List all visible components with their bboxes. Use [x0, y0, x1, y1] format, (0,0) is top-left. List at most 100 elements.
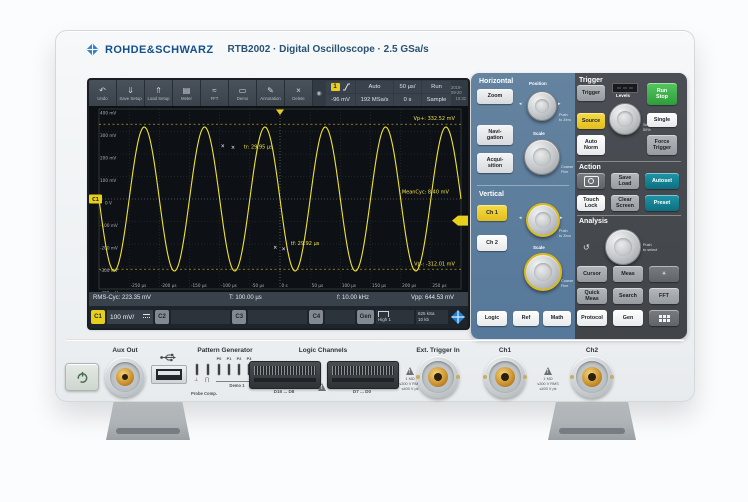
warning-icon: ! — [406, 367, 414, 375]
vertical-position-knob[interactable] — [526, 203, 560, 237]
channel1-button[interactable]: Ch 1 — [477, 205, 507, 221]
demo-icon: ▭ — [238, 85, 247, 95]
analysis-section-title: Analysis — [579, 218, 608, 225]
ref-button[interactable]: Ref — [513, 311, 539, 326]
acquisition-status-cell[interactable]: Auto 192 MSa/s — [355, 80, 393, 106]
levels-label: Levels — [616, 93, 631, 98]
power-button[interactable] — [65, 363, 99, 391]
channel1-badge[interactable]: C1 — [91, 310, 105, 324]
ground-icon: ⊥ — [194, 377, 199, 383]
pattern-pin-p0 — [218, 364, 220, 375]
quick-meas-button[interactable]: Quick Meas — [577, 288, 607, 304]
probe-comp-signal-pin — [207, 364, 209, 375]
meter-button[interactable]: ▤ Meter — [173, 80, 201, 106]
save-load-button[interactable]: Save Load — [611, 173, 639, 189]
svg-text:-150 µs: -150 µs — [191, 283, 207, 288]
fft-panel-button[interactable]: FFT — [649, 288, 679, 304]
navigation-button[interactable]: Navi-gation — [477, 125, 513, 145]
svg-text:0 V: 0 V — [105, 201, 112, 206]
horizontal-scale-knob[interactable] — [524, 139, 560, 175]
acquisition-state-value: Run — [422, 81, 451, 93]
channel2-badge[interactable]: C2 — [155, 310, 169, 324]
left-arrow-icon: ◂ — [519, 101, 522, 107]
logic-button[interactable]: Logic — [477, 311, 507, 326]
navigation-knob[interactable] — [605, 229, 641, 265]
gen-badge[interactable]: Gen — [357, 310, 374, 324]
channel2-slot — [171, 310, 231, 324]
svg-text:150 µs: 150 µs — [372, 283, 386, 288]
trigger-source-badge: 1 — [330, 83, 340, 91]
timebase-status-cell[interactable]: 50 µs/ 0 s — [393, 80, 421, 106]
horizontal-section-title: Horizontal — [479, 78, 514, 85]
run-status-cell[interactable]: Run Sample — [421, 80, 451, 106]
vertical-position-hint: Push to Zero — [559, 229, 572, 238]
horizontal-position-knob[interactable] — [527, 91, 557, 121]
apps-button[interactable] — [649, 310, 679, 326]
zoom-button[interactable]: Zoom — [477, 89, 513, 104]
power-icon — [77, 371, 87, 383]
pin-label-p1: P1 — [226, 357, 232, 361]
display-brightness-button[interactable]: ☀ — [649, 266, 679, 282]
meas-button[interactable]: Meas — [613, 266, 643, 282]
save-setup-button[interactable]: ⇓ Save Setup — [117, 80, 145, 106]
clear-screen-button[interactable]: Clear Screen — [611, 195, 639, 211]
trigger-action-analysis-section: Trigger Trigger Levels Set to50% RunStop… — [575, 73, 687, 339]
svg-text:-50 µs: -50 µs — [251, 283, 264, 288]
math-button[interactable]: Math — [543, 311, 571, 326]
probe-comp-ground-pin — [196, 364, 198, 375]
svg-text:300 mV: 300 mV — [100, 133, 116, 138]
delete-button[interactable]: × Delete — [285, 80, 313, 106]
section-divider — [577, 215, 681, 216]
touch-lock-button[interactable]: Touch Lock — [577, 195, 605, 211]
acquisition-button[interactable]: Acqui-sition — [477, 153, 513, 173]
protocol-button[interactable]: Protocol — [577, 310, 607, 326]
source-button[interactable]: Source — [577, 113, 605, 129]
settings-icon[interactable]: ◉ — [313, 80, 325, 106]
preset-button[interactable]: Preset — [645, 195, 679, 211]
waveform-display: -250 µs -200 µs -150 µs -100 µs -50 µs 0 s 50 … — [89, 108, 468, 292]
pod1-label: D15 ... D8 — [273, 389, 295, 394]
auto-norm-button[interactable]: Auto Norm — [577, 135, 605, 155]
fft-button[interactable]: ≈ FFT — [201, 80, 229, 106]
trigger-status-cell[interactable]: 1 -96 mV — [325, 80, 355, 106]
trigger-level-knob[interactable] — [609, 103, 641, 135]
toolbar-label: Save Setup — [119, 95, 142, 101]
dc-coupling-icon — [143, 314, 150, 320]
panel-seam — [66, 339, 684, 340]
vertical-scale-knob[interactable] — [524, 253, 562, 291]
load-setup-button[interactable]: ⇑ Load Setup — [145, 80, 173, 106]
svg-text:0 s: 0 s — [282, 283, 288, 288]
brand-row: ROHDE&SCHWARZ RTB2002 · Digital Oscillos… — [86, 43, 429, 56]
datetime-display: 2019-09-20 10:32 — [451, 80, 468, 106]
ch1-connector — [483, 356, 527, 398]
demo-button[interactable]: ▭ Demo — [229, 80, 257, 106]
toolbar-label: Delete — [292, 95, 305, 101]
channel2-button[interactable]: Ch 2 — [477, 235, 507, 251]
run-stop-button[interactable]: Run Stop — [647, 83, 677, 105]
force-trigger-button[interactable]: Force Trigger — [647, 135, 677, 155]
svg-text:×: × — [221, 144, 225, 150]
usb-icon — [160, 353, 176, 362]
channel1-scale-cell[interactable]: 100 mV/ — [107, 310, 153, 324]
channel3-badge[interactable]: C3 — [232, 310, 247, 324]
annotation-button[interactable]: ✎ Annotation — [257, 80, 285, 106]
screenshot-button[interactable] — [577, 173, 605, 189]
trigger-button[interactable]: Trigger — [577, 85, 605, 101]
pin-label-p2: P2 — [236, 357, 242, 361]
undo-button[interactable]: ↶ Undo — [89, 80, 117, 106]
right-arrow-icon: ▸ — [560, 215, 563, 221]
channel4-badge[interactable]: C4 — [309, 310, 324, 324]
annotation-icon: ✎ — [267, 85, 274, 95]
channel3-slot — [248, 310, 308, 324]
navigation-knob-hint: Push to select — [643, 243, 658, 252]
gen-button[interactable]: Gen — [613, 310, 643, 326]
search-button[interactable]: Search — [613, 288, 643, 304]
single-button[interactable]: Single — [647, 113, 677, 127]
cursor-button[interactable]: Cursor — [577, 266, 607, 282]
timebase-value: 50 µs/ — [394, 81, 421, 93]
channel-warning: 1 MΩ ≤300 V RMS ≤400 V pk — [537, 377, 559, 391]
brightness-icon: ☀ — [661, 270, 667, 277]
svg-text:200 mV: 200 mV — [100, 156, 116, 161]
measurement-results-row: RMS-Cyc: 223.35 mV T: 100.00 µs f: 10.00… — [89, 292, 468, 306]
autoset-button[interactable]: Autoset — [645, 173, 679, 189]
